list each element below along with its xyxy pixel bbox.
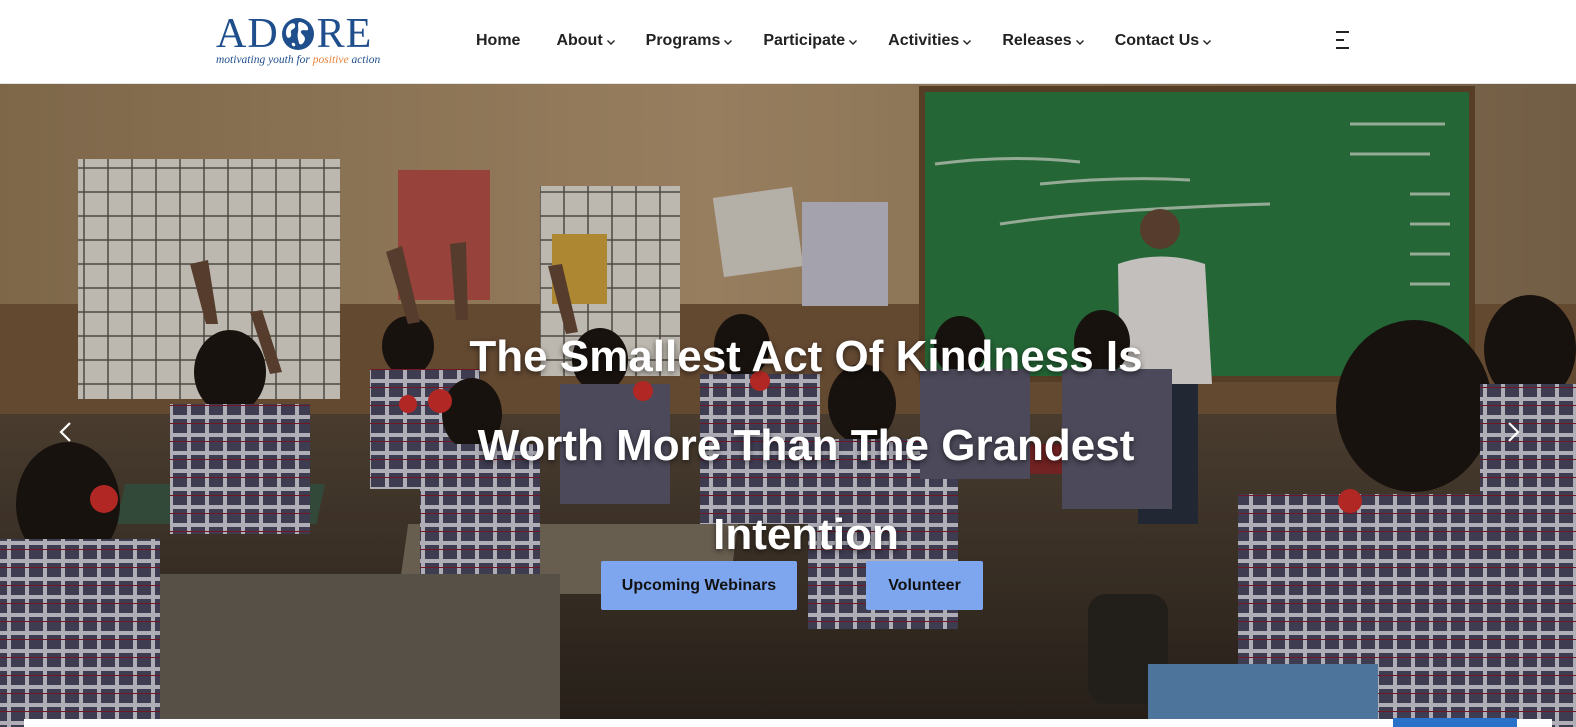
logo-text-right: RE	[316, 11, 373, 57]
nav-participate[interactable]: Participate	[763, 30, 858, 52]
nav-releases-label: Releases	[1002, 32, 1072, 49]
logo-tagline: motivating youth for positive action	[216, 54, 380, 66]
site-header: AD RE motivating youth for positive acti…	[0, 0, 1576, 84]
nav-participate-label: Participate	[763, 32, 846, 49]
nav-home-label: Home	[476, 32, 521, 49]
chevron-down-icon	[963, 39, 972, 45]
chevron-down-icon	[1203, 39, 1212, 45]
main-nav: Home About Programs Participate Activiti…	[476, 30, 1212, 52]
floating-tab-indicator	[1393, 718, 1517, 727]
site-logo[interactable]: AD RE motivating youth for positive acti…	[216, 12, 382, 70]
nav-programs[interactable]: Programs	[646, 30, 734, 52]
nav-activities-label: Activities	[888, 32, 960, 49]
tagline-pre: motivating youth for	[216, 54, 310, 66]
nav-activities[interactable]: Activities	[888, 30, 972, 52]
nav-home[interactable]: Home	[476, 30, 520, 52]
hero-title-line-3: Intention	[713, 510, 899, 559]
logo-wordmark: AD RE	[216, 12, 372, 56]
content-strip-edge	[24, 719, 1552, 727]
hero-title-line-1: The Smallest Act Of Kindness Is	[469, 332, 1143, 381]
nav-programs-label: Programs	[645, 32, 721, 49]
nav-about[interactable]: About	[556, 30, 615, 52]
globe-icon	[281, 18, 314, 50]
volunteer-button[interactable]: Volunteer	[866, 561, 983, 610]
hero-title: The Smallest Act Of Kindness Is Worth Mo…	[400, 312, 1212, 579]
chevron-down-icon	[1075, 39, 1084, 45]
nav-about-label: About	[556, 32, 603, 49]
hero-slider: The Smallest Act Of Kindness Is Worth Mo…	[0, 84, 1576, 727]
upcoming-webinars-button[interactable]: Upcoming Webinars	[601, 561, 797, 610]
tagline-post: action	[351, 54, 381, 66]
chevron-left-icon[interactable]	[56, 421, 76, 443]
chevron-down-icon	[849, 39, 858, 45]
tagline-accent: positive	[312, 54, 349, 66]
chevron-right-icon[interactable]	[1503, 421, 1523, 443]
hamburger-menu-icon[interactable]	[1334, 30, 1350, 50]
nav-contact-us[interactable]: Contact Us	[1115, 30, 1212, 52]
chevron-down-icon	[606, 39, 615, 45]
hero-title-line-2: Worth More Than The Grandest	[477, 421, 1135, 470]
chevron-down-icon	[724, 39, 733, 45]
logo-text-left: AD	[216, 11, 279, 57]
nav-contact-label: Contact Us	[1114, 32, 1200, 49]
nav-releases[interactable]: Releases	[1002, 30, 1084, 52]
